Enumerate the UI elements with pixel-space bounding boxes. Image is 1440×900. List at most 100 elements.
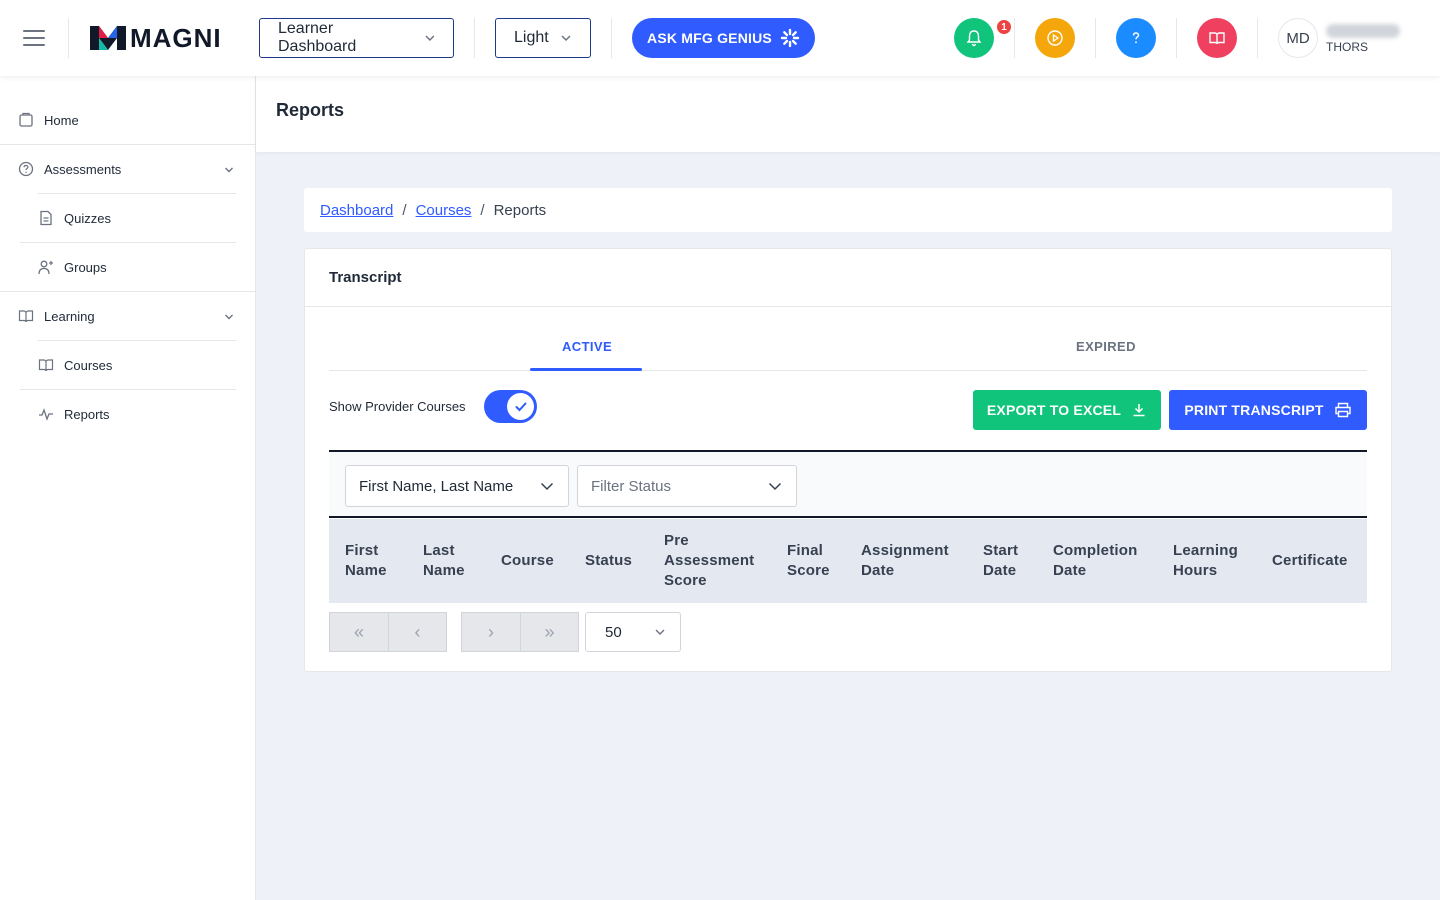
sidebar-item-learning[interactable]: Learning (18, 308, 95, 324)
chevron-down-icon (540, 482, 554, 491)
divider (20, 242, 236, 243)
breadcrumb-separator: / (402, 201, 407, 219)
show-provider-courses-toggle[interactable] (484, 390, 537, 423)
show-provider-courses-label: Show Provider Courses (329, 399, 466, 414)
header-line: Date (1053, 562, 1087, 579)
active-tab-indicator (530, 368, 642, 371)
last-page-button[interactable]: » (520, 613, 578, 651)
book-open-icon (18, 310, 34, 323)
column-first-name[interactable]: First Name (345, 541, 387, 581)
status-filter-select[interactable]: Filter Status (577, 465, 797, 507)
theme-select[interactable]: Light (495, 18, 591, 58)
sparkle-icon (780, 28, 800, 48)
download-icon (1133, 404, 1145, 417)
toggle-knob (507, 393, 534, 420)
column-learning-hours[interactable]: Learning Hours (1173, 541, 1238, 581)
divider (1014, 18, 1015, 58)
sidebar-item-assessments[interactable]: Assessments (18, 161, 121, 177)
play-circle-icon (1047, 30, 1063, 46)
play-button[interactable] (1035, 18, 1075, 58)
theme-select-value: Light (514, 29, 549, 46)
header-line: Date (861, 562, 895, 579)
header-line: Learning (1173, 542, 1238, 559)
divider (611, 18, 612, 58)
brand-logo[interactable]: MAGNI (90, 22, 222, 54)
export-to-excel-button[interactable]: EXPORT TO EXCEL (973, 390, 1161, 430)
header-line: Status (585, 552, 633, 569)
filter-bar: First Name, Last Name Filter Status (329, 450, 1367, 518)
dashboard-select[interactable]: Learner Dashboard (259, 18, 454, 58)
sidebar-item-home[interactable]: Home (18, 112, 79, 128)
divider (474, 18, 475, 58)
divider (38, 193, 236, 194)
printer-icon (1334, 402, 1351, 418)
column-certificate[interactable]: Certificate (1272, 551, 1348, 571)
help-button[interactable] (1116, 18, 1156, 58)
column-completion-date[interactable]: Completion Date (1053, 541, 1138, 581)
help-circle-icon (18, 161, 34, 177)
home-icon (19, 112, 33, 127)
header-line: Certificate (1272, 552, 1348, 569)
sidebar-item-courses[interactable]: Courses (38, 357, 112, 373)
divider (0, 291, 256, 292)
header-line: Assignment (861, 542, 949, 559)
previous-page-button[interactable]: ‹ (388, 613, 446, 651)
page-title: Reports (276, 100, 345, 120)
header-line: Name (423, 562, 465, 579)
sidebar-item-label: Assessments (44, 161, 122, 177)
breadcrumb-current: Reports (493, 201, 547, 219)
column-course[interactable]: Course (501, 551, 554, 571)
tab-expired[interactable]: EXPIRED (1076, 339, 1136, 354)
book-open-icon (1209, 32, 1225, 45)
breadcrumb-dashboard-link[interactable]: Dashboard (320, 202, 393, 219)
divider (305, 306, 1391, 307)
column-final-score[interactable]: Final Score (787, 541, 830, 581)
header-line: Last (423, 542, 455, 559)
header-line: Assessment (664, 552, 755, 569)
menu-icon[interactable] (23, 30, 45, 46)
top-header: MAGNI Learner Dashboard Light ASK MFG GE… (0, 0, 1440, 76)
column-pre-assessment-score[interactable]: Pre Assessment Score (664, 531, 754, 591)
column-last-name[interactable]: Last Name (423, 541, 465, 581)
breadcrumb-separator: / (480, 201, 485, 219)
divider (1257, 18, 1258, 58)
user-avatar[interactable]: MD (1278, 18, 1318, 58)
page-size-value: 50 (605, 623, 622, 641)
ask-mfg-genius-button[interactable]: ASK MFG GENIUS (632, 18, 815, 58)
sidebar-item-quizzes[interactable]: Quizzes (38, 210, 111, 226)
sidebar: Home Assessments Quizzes Groups Learning… (0, 76, 256, 900)
export-button-label: EXPORT TO EXCEL (986, 402, 1122, 418)
next-page-button[interactable]: › (462, 613, 520, 651)
breadcrumb-courses-link[interactable]: Courses (416, 202, 472, 219)
sidebar-item-label: Reports (64, 406, 110, 422)
chevron-down-icon[interactable] (224, 312, 234, 322)
user-plus-icon (38, 260, 53, 275)
tab-divider (329, 370, 1367, 371)
name-filter-value: First Name, Last Name (359, 477, 514, 495)
column-assignment-date[interactable]: Assignment Date (861, 541, 949, 581)
logo-text: MAGNI (130, 22, 222, 53)
column-start-date[interactable]: Start Date (983, 541, 1018, 581)
header-line: Hours (1173, 562, 1218, 579)
column-status[interactable]: Status (585, 551, 632, 571)
print-transcript-button[interactable]: PRINT TRANSCRIPT (1169, 390, 1367, 430)
sidebar-item-groups[interactable]: Groups (38, 259, 107, 275)
tab-active[interactable]: ACTIVE (562, 339, 612, 354)
header-line: First (345, 542, 379, 559)
transcript-card: Transcript ACTIVE EXPIRED Show Provider … (304, 248, 1392, 672)
sidebar-item-reports[interactable]: Reports (38, 406, 110, 422)
header-line: Name (345, 562, 387, 579)
library-button[interactable] (1197, 18, 1237, 58)
page-size-select[interactable]: 50 (585, 612, 681, 652)
header-line: Course (501, 552, 554, 569)
divider (1176, 18, 1177, 58)
pager-forward-group: › » (461, 612, 579, 652)
notifications-button[interactable] (954, 18, 994, 58)
chevron-down-icon[interactable] (224, 165, 234, 175)
name-filter-select[interactable]: First Name, Last Name (345, 465, 569, 507)
header-line: Final (787, 542, 824, 559)
first-page-button[interactable]: « (330, 613, 388, 651)
divider (68, 18, 69, 58)
chevron-down-icon (768, 482, 782, 491)
chevron-down-icon (655, 629, 665, 635)
